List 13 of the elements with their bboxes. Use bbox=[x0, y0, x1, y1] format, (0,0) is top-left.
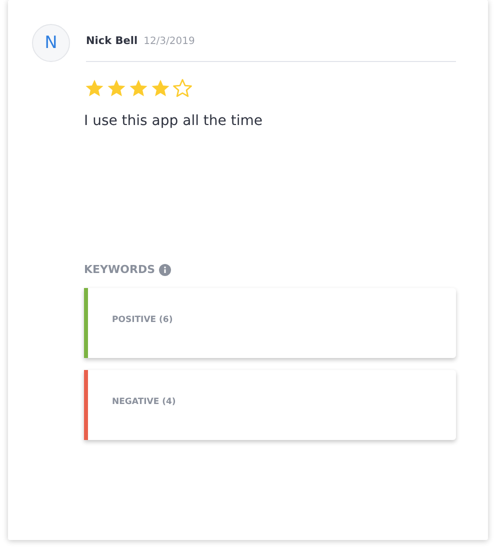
keyword-group-label: POSITIVE (6) bbox=[112, 315, 173, 325]
avatar: N bbox=[32, 24, 70, 62]
filled-star-icon bbox=[84, 78, 105, 99]
filled-star-icon bbox=[150, 78, 171, 99]
info-icon[interactable] bbox=[159, 264, 172, 276]
filled-star-icon bbox=[106, 78, 127, 99]
review-text: I use this app all the time bbox=[84, 113, 264, 131]
author-name: Nick Bell bbox=[86, 35, 138, 47]
keywords-heading: KEYWORDS bbox=[84, 263, 156, 276]
keyword-group-label: NEGATIVE (4) bbox=[112, 397, 176, 407]
filled-star-icon bbox=[128, 78, 149, 99]
review-date: 12/3/2019 bbox=[144, 36, 195, 47]
empty-star-icon bbox=[172, 78, 193, 99]
